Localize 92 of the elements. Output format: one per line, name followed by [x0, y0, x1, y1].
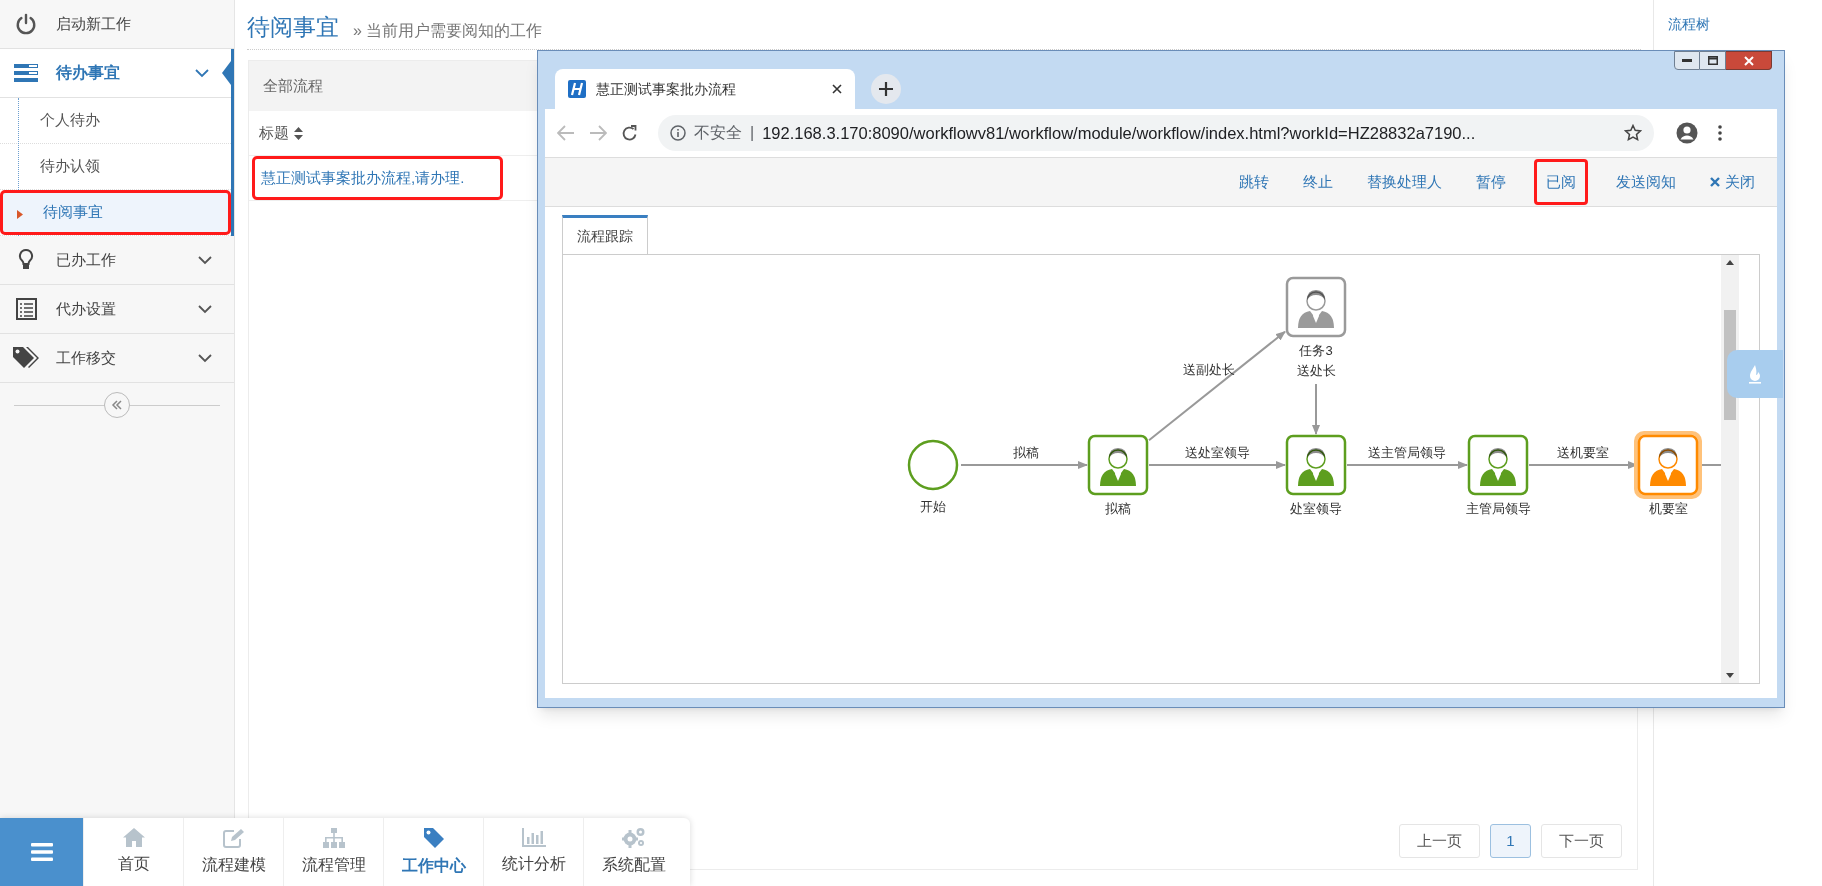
- toolbar-action[interactable]: 暂停: [1470, 170, 1512, 194]
- scroll-down-icon[interactable]: [1726, 673, 1734, 678]
- page-number-button[interactable]: 1: [1490, 824, 1531, 858]
- sidebar-item[interactable]: 待办事宜: [0, 49, 231, 98]
- node-label: 处室领导: [1290, 501, 1342, 516]
- toolbar-action[interactable]: 已阅: [1534, 159, 1588, 205]
- panel-heading: 全部流程: [263, 75, 323, 96]
- tag-icon: [422, 826, 445, 849]
- more-options-icon[interactable]: [1718, 125, 1722, 141]
- person-icon: [1100, 448, 1136, 486]
- nav-item[interactable]: 工作中心: [383, 818, 483, 886]
- list-icon: [15, 298, 37, 320]
- node-label: 拟稿: [1105, 501, 1131, 516]
- chevron-down-icon: [198, 304, 212, 314]
- menu-button[interactable]: [0, 818, 83, 886]
- nav-item[interactable]: 统计分析: [483, 818, 583, 886]
- panel-title[interactable]: 流程树: [1668, 16, 1710, 32]
- node-label: 机要室: [1648, 501, 1688, 516]
- menu-icon: [30, 843, 53, 861]
- collapse-button[interactable]: [104, 392, 130, 418]
- sidebar-subitem[interactable]: 个人待办: [0, 98, 231, 143]
- security-label: 不安全: [694, 123, 742, 143]
- node-label: 任务3: [1299, 343, 1333, 358]
- lightbulb-icon: [18, 249, 34, 271]
- power-icon: [15, 13, 37, 35]
- edge-label: 送副处长: [1183, 362, 1235, 377]
- node-label: 主管局领导: [1465, 501, 1531, 516]
- sidebar-item[interactable]: 工作移交: [0, 334, 234, 383]
- toolbar-action[interactable]: 终止: [1297, 170, 1339, 194]
- gears-icon: [621, 827, 646, 848]
- new-tab-button[interactable]: [871, 74, 901, 104]
- person-icon: [1650, 448, 1686, 486]
- plus-icon: [879, 82, 893, 96]
- double-chevron-left-icon: [111, 400, 123, 410]
- page-title: 待阅事宜: [247, 16, 339, 39]
- toolbar-action[interactable]: 跳转: [1233, 170, 1275, 194]
- edge-label: 送处室领导: [1184, 445, 1250, 460]
- content-tab[interactable]: 流程跟踪: [562, 215, 648, 255]
- toolbar-action[interactable]: 发送阅知: [1610, 170, 1682, 194]
- nav-item[interactable]: 流程建模: [183, 818, 283, 886]
- page-subtitle: » 当前用户需要阅知的工作: [353, 23, 543, 39]
- sitemap-icon: [322, 827, 345, 848]
- close-action[interactable]: 关闭: [1704, 170, 1761, 194]
- column-header[interactable]: 标题: [259, 121, 303, 145]
- star-icon[interactable]: [1624, 124, 1642, 142]
- sort-icon[interactable]: [294, 126, 303, 140]
- close-icon[interactable]: [832, 84, 842, 94]
- reload-icon[interactable]: [621, 124, 638, 142]
- caret-icon: [17, 210, 23, 219]
- next-page-button[interactable]: 下一页: [1541, 824, 1622, 858]
- stack-icon: [14, 64, 38, 82]
- nav-item[interactable]: 系统配置: [583, 818, 683, 886]
- profile-icon[interactable]: [1676, 122, 1698, 144]
- app-logo-icon: [568, 80, 586, 98]
- person-icon: [1480, 448, 1516, 486]
- close-button[interactable]: [1726, 51, 1772, 70]
- close-icon: [1710, 177, 1720, 187]
- chevron-down-icon: [198, 255, 212, 265]
- flow-arrow: [1312, 383, 1320, 435]
- edge-label: 送处长: [1296, 363, 1336, 378]
- sidebar-subitem[interactable]: 待阅事宜: [0, 190, 231, 235]
- browser-tab[interactable]: 慧正测试事案批办流程: [555, 69, 855, 109]
- chevron-down-icon: [195, 68, 209, 78]
- maximize-icon: [1707, 56, 1718, 65]
- edge-label: 送主管局领导: [1368, 445, 1446, 460]
- address-bar[interactable]: 不安全 | 192.168.3.170:8090/workflowv81/workflow/module/workflow/index.html?workId=HZ28832a7190...: [658, 115, 1654, 151]
- node-label: 开始: [920, 499, 946, 514]
- info-icon: [670, 125, 686, 141]
- person-icon: [1298, 290, 1334, 328]
- sidebar-item[interactable]: 已办工作: [0, 236, 234, 285]
- edge-label: 拟稿: [1012, 445, 1039, 460]
- home-icon: [122, 828, 145, 847]
- url-text: 192.168.3.170:8090/workflowv81/workflow/module/workflow/index.html?workId=HZ28832a7190...: [762, 122, 1477, 144]
- toolbar-action[interactable]: 替换处理人: [1361, 170, 1448, 194]
- nav-item[interactable]: 首页: [83, 818, 183, 886]
- previous-page-button[interactable]: 上一页: [1399, 824, 1480, 858]
- close-icon: [1743, 55, 1754, 66]
- minimize-icon: [1682, 59, 1692, 62]
- sidebar-subitem[interactable]: 待办认领: [0, 144, 231, 189]
- chevron-down-icon: [198, 353, 212, 363]
- minimize-button[interactable]: [1674, 51, 1700, 70]
- nav-item[interactable]: 流程管理: [283, 818, 383, 886]
- tag-icon: [12, 346, 40, 370]
- maximize-button[interactable]: [1700, 51, 1726, 70]
- scroll-up-icon[interactable]: [1726, 260, 1734, 265]
- row-link[interactable]: 慧正测试事案批办流程,请办理.: [252, 155, 504, 201]
- sidebar-item[interactable]: 代办设置: [0, 285, 234, 334]
- edit-icon: [222, 827, 245, 848]
- person-icon: [1298, 448, 1334, 486]
- edge-label: 送机要室: [1557, 445, 1609, 460]
- separator-mark: |: [750, 123, 755, 143]
- bar-chart-icon: [521, 828, 546, 847]
